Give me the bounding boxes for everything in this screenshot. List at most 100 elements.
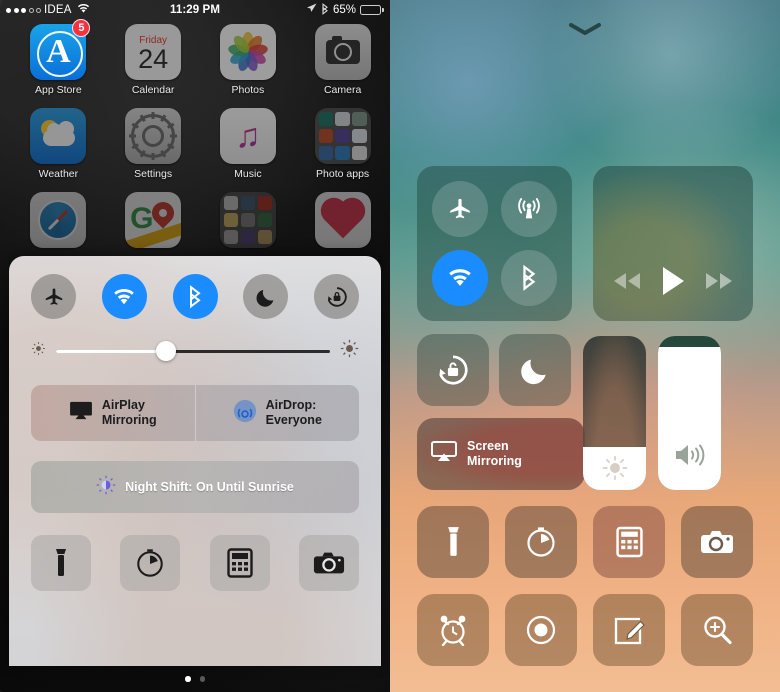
do-not-disturb-toggle[interactable] <box>243 274 289 319</box>
airplay-mirroring-button[interactable]: AirPlay Mirroring <box>31 385 195 441</box>
camera-shortcut[interactable] <box>681 506 753 578</box>
app-icon-photo-apps-folder[interactable]: Photo apps <box>298 108 387 180</box>
notes-shortcut[interactable] <box>593 594 665 666</box>
forward-button[interactable] <box>704 272 734 295</box>
app-label: App Store <box>35 84 82 96</box>
magnifier-shortcut[interactable] <box>681 594 753 666</box>
status-bar: IDEA 11:29 PM 65% <box>0 0 390 20</box>
weather-icon <box>30 108 87 164</box>
cellular-data-toggle[interactable] <box>501 180 558 237</box>
calendar-date: 24 <box>138 44 169 74</box>
home-screen-page-dots[interactable] <box>0 676 390 682</box>
carrier-label: IDEA <box>44 4 72 16</box>
night-shift-button[interactable]: Night Shift: On Until Sunrise <box>31 461 359 513</box>
airplay-icon <box>431 440 457 468</box>
status-badge: 5 <box>72 19 91 37</box>
night-shift-label: Night Shift: On Until Sunrise <box>125 480 294 494</box>
brightness-slider[interactable] <box>583 336 646 490</box>
app-icon-settings[interactable]: Settings <box>109 108 198 180</box>
wifi-toggle[interactable] <box>101 274 147 319</box>
app-icon-music[interactable]: ♫ Music <box>204 108 293 180</box>
volume-icon <box>658 442 721 468</box>
ios10-control-center-panel: AirPlay Mirroring AirDrop: Everyone Nigh… <box>9 256 381 666</box>
brightness-slider-row <box>9 319 381 363</box>
flashlight-shortcut[interactable] <box>31 535 91 591</box>
bluetooth-toggle[interactable] <box>501 250 558 307</box>
airplane-mode-toggle[interactable] <box>431 180 488 237</box>
app-icon-photos[interactable]: Photos <box>204 24 293 96</box>
app-icon-health[interactable] <box>298 192 387 248</box>
airdrop-label: AirDrop: Everyone <box>265 398 322 427</box>
screen-mirroring-button[interactable]: Screen Mirroring <box>417 418 585 490</box>
brightness-icon <box>583 455 646 481</box>
app-label: Camera <box>323 84 362 96</box>
brightness-low-icon <box>31 341 46 361</box>
photos-icon <box>219 24 276 80</box>
camera-icon <box>314 24 371 80</box>
shortcut-grid <box>417 506 753 666</box>
settings-icon <box>125 108 182 164</box>
safari-icon <box>30 192 87 248</box>
timer-shortcut[interactable] <box>505 506 577 578</box>
app-row-3: G <box>0 192 390 248</box>
location-arrow-icon <box>306 3 317 17</box>
toggle-row <box>9 256 381 319</box>
status-bar-right: 65% <box>234 2 390 18</box>
rewind-button[interactable] <box>612 272 642 295</box>
calculator-shortcut[interactable] <box>593 506 665 578</box>
page-dot <box>199 676 205 682</box>
airplane-mode-toggle[interactable] <box>31 274 76 319</box>
brightness-slider[interactable] <box>56 341 330 361</box>
app-icon-app-store[interactable]: A 5 App Store <box>14 19 103 96</box>
do-not-disturb-toggle[interactable] <box>499 334 571 406</box>
signal-strength-icon <box>6 7 41 13</box>
app-icon-calendar[interactable]: Friday 24 Calendar <box>109 24 198 96</box>
app-icon-safari[interactable] <box>14 192 103 248</box>
timer-shortcut[interactable] <box>120 535 181 591</box>
ios11-screen: Screen Mirroring <box>390 0 780 692</box>
app-label: Calendar <box>131 84 175 96</box>
battery-icon <box>360 5 384 15</box>
app-icon-google-maps[interactable]: G <box>109 192 198 248</box>
play-button[interactable] <box>660 266 686 301</box>
camera-shortcut[interactable] <box>298 535 359 591</box>
status-bar-left: IDEA <box>0 3 156 17</box>
alarm-shortcut[interactable] <box>417 594 489 666</box>
airplay-icon <box>69 401 93 426</box>
rotation-lock-toggle[interactable] <box>417 334 489 406</box>
page-dot-active <box>185 676 191 682</box>
battery-percent-label: 65% <box>332 4 356 16</box>
app-icon-camera[interactable]: Camera <box>298 24 387 96</box>
app-row-1: A 5 App Store Friday 24 Calendar Photos <box>0 19 390 96</box>
calendar-icon: Friday 24 <box>125 24 182 80</box>
music-icon: ♫ <box>219 108 276 164</box>
app-label: Photo apps <box>316 168 370 180</box>
wifi-toggle[interactable] <box>431 250 488 307</box>
screen-mirroring-label: Screen Mirroring <box>467 439 522 468</box>
screen-record-shortcut[interactable] <box>505 594 577 666</box>
app-icon-games-folder[interactable] <box>204 192 293 248</box>
wifi-icon <box>77 3 90 17</box>
bluetooth-icon <box>321 2 329 18</box>
calculator-shortcut[interactable] <box>209 535 270 591</box>
volume-slider[interactable] <box>658 336 721 490</box>
shortcut-row <box>9 513 381 591</box>
clock-label: 11:29 PM <box>169 4 221 16</box>
health-icon <box>314 192 371 248</box>
brightness-high-icon <box>340 339 359 363</box>
side-by-side-comparison: IDEA 11:29 PM 65% A 5 App Store Friday 2… <box>0 0 780 692</box>
app-icon-weather[interactable]: Weather <box>14 108 103 180</box>
google-maps-icon: G <box>125 192 182 248</box>
app-label: Settings <box>134 168 173 180</box>
media-playback-tile <box>593 166 753 321</box>
rotation-lock-toggle[interactable] <box>314 274 359 319</box>
folder-icon <box>314 108 371 164</box>
bluetooth-toggle[interactable] <box>172 274 218 319</box>
chevron-down-icon[interactable] <box>568 22 602 41</box>
airplay-label: AirPlay Mirroring <box>101 398 157 427</box>
airdrop-button[interactable]: AirDrop: Everyone <box>194 385 360 441</box>
flashlight-shortcut[interactable] <box>417 506 489 578</box>
app-label: Music <box>234 168 262 180</box>
app-label: Photos <box>231 84 265 96</box>
app-label: Weather <box>38 168 79 180</box>
